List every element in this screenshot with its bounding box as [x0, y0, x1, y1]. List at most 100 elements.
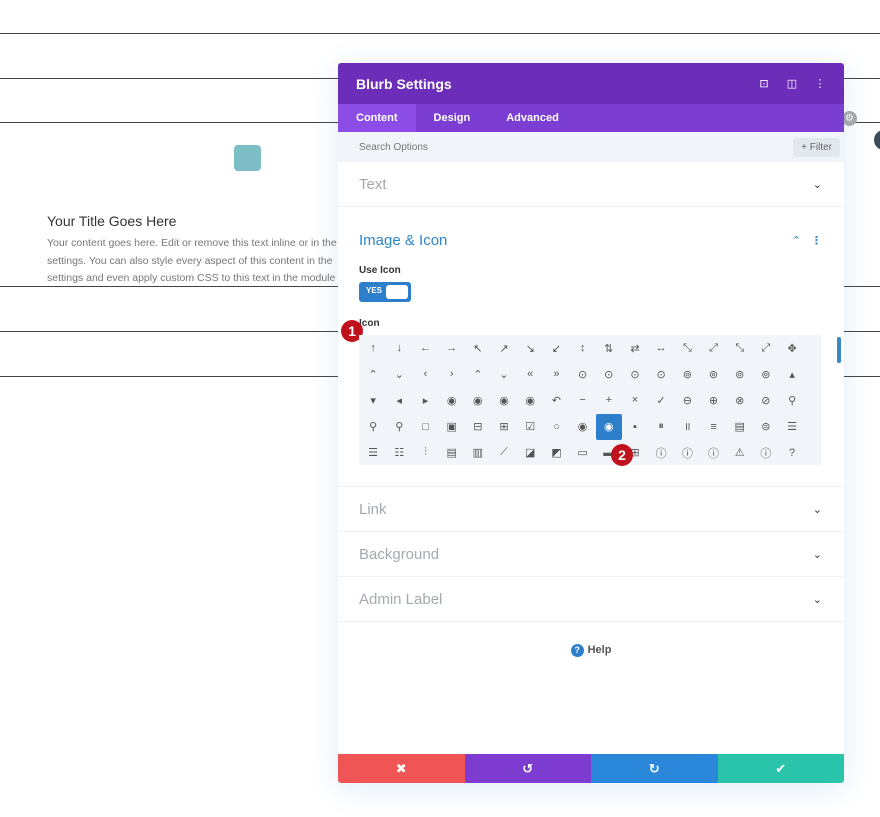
icon-option[interactable]: ⌄: [386, 361, 412, 387]
icon-option[interactable]: ⊟: [465, 414, 491, 440]
icon-option[interactable]: ✓: [648, 387, 674, 413]
icon-option[interactable]: ☑: [517, 414, 543, 440]
icon-option[interactable]: ⚲: [386, 414, 412, 440]
icon-option[interactable]: ◉: [465, 387, 491, 413]
icon-option[interactable]: ▸: [412, 387, 438, 413]
icon-option[interactable]: ☰: [779, 414, 805, 440]
icon-option[interactable]: ⟋: [491, 440, 517, 466]
blurb-title[interactable]: Your Title Goes Here: [47, 213, 176, 229]
help-link[interactable]: ? Help: [338, 622, 844, 657]
icon-option[interactable]: «: [517, 361, 543, 387]
section-text-toggle[interactable]: Text ⌄: [338, 162, 844, 206]
icon-option[interactable]: ↗: [491, 335, 517, 361]
cancel-button[interactable]: ✖: [338, 754, 465, 783]
icon-option[interactable]: ‹: [412, 361, 438, 387]
icon-option[interactable]: ↙: [543, 335, 569, 361]
icon-option[interactable]: ✥: [779, 335, 805, 361]
icon-option[interactable]: ?: [779, 440, 805, 466]
icon-option[interactable]: ⊙: [622, 361, 648, 387]
module-settings-icon[interactable]: ⚙: [842, 111, 857, 126]
icon-option[interactable]: ◉: [439, 387, 465, 413]
icon-option[interactable]: ⊙: [596, 361, 622, 387]
icon-option[interactable]: □: [412, 414, 438, 440]
icon-option[interactable]: ▤: [727, 414, 753, 440]
icon-option[interactable]: ◉: [517, 387, 543, 413]
icon-option[interactable]: ▾: [360, 387, 386, 413]
icon-option[interactable]: ⚲: [779, 387, 805, 413]
icon-option[interactable]: ›: [439, 361, 465, 387]
icon-option[interactable]: ⊚: [700, 361, 726, 387]
icon-option[interactable]: ⤡: [674, 335, 700, 361]
icon-option[interactable]: ◩: [543, 440, 569, 466]
icon-option[interactable]: ☷: [386, 440, 412, 466]
section-admin-label-toggle[interactable]: Admin Label ⌄: [338, 577, 844, 621]
filter-button[interactable]: + Filter: [793, 137, 840, 157]
icon-option[interactable]: ▪: [622, 414, 648, 440]
icon-option[interactable]: ⊚: [727, 361, 753, 387]
icon-option[interactable]: ⊖: [674, 387, 700, 413]
icon-grid-scrollbar[interactable]: [837, 337, 841, 363]
icon-option[interactable]: ↔: [648, 335, 674, 361]
icon-option[interactable]: ↶: [543, 387, 569, 413]
icon-option[interactable]: ▤: [439, 440, 465, 466]
icon-option[interactable]: ⊘: [753, 387, 779, 413]
icon-option[interactable]: ⇄: [622, 335, 648, 361]
icon-option[interactable]: ×: [622, 387, 648, 413]
save-button[interactable]: ✔: [717, 754, 844, 783]
icon-option[interactable]: ⓘ: [753, 440, 779, 466]
icon-option[interactable]: ▴: [779, 361, 805, 387]
icon-option-selected[interactable]: ◉: [595, 413, 622, 440]
icon-option[interactable]: ⓘ: [648, 440, 674, 466]
more-options-icon[interactable]: ⋮: [814, 77, 826, 90]
undo-button[interactable]: ↺: [464, 754, 591, 783]
icon-option[interactable]: ⊚: [674, 361, 700, 387]
icon-option[interactable]: ⤢: [753, 335, 779, 361]
redo-button[interactable]: ↻: [591, 754, 718, 783]
icon-option[interactable]: ↑: [360, 335, 386, 361]
icon-option[interactable]: ⌄: [491, 361, 517, 387]
icon-option[interactable]: ⚲: [360, 414, 386, 440]
icon-option[interactable]: ⤢: [700, 335, 726, 361]
icon-option[interactable]: ▣: [439, 414, 465, 440]
section-image-icon-toggle[interactable]: Image & Icon ⌃ ⋮: [338, 207, 844, 265]
icon-option[interactable]: ◪: [517, 440, 543, 466]
icon-option[interactable]: ⊙: [570, 361, 596, 387]
icon-option[interactable]: ⚠: [727, 440, 753, 466]
icon-option[interactable]: ⇅: [596, 335, 622, 361]
icon-option[interactable]: ⌃: [465, 361, 491, 387]
section-options-icon[interactable]: ⋮: [811, 234, 822, 247]
icon-option[interactable]: ⓘ: [674, 440, 700, 466]
icon-option[interactable]: ☰: [360, 440, 386, 466]
split-view-icon[interactable]: ◫: [786, 77, 798, 90]
icon-option[interactable]: −: [570, 387, 596, 413]
tab-content[interactable]: Content: [338, 104, 416, 132]
icon-option[interactable]: +: [596, 387, 622, 413]
section-background-toggle[interactable]: Background ⌄: [338, 532, 844, 576]
icon-option[interactable]: ⓘ: [700, 440, 726, 466]
icon-option[interactable]: ↓: [386, 335, 412, 361]
section-link-toggle[interactable]: Link ⌄: [338, 487, 844, 531]
search-options-input[interactable]: [359, 141, 794, 153]
icon-option[interactable]: ◉: [570, 414, 596, 440]
icon-option[interactable]: »: [543, 361, 569, 387]
icon-option[interactable]: ⊜: [753, 414, 779, 440]
icon-option[interactable]: ↘: [517, 335, 543, 361]
icon-option[interactable]: ↖: [465, 335, 491, 361]
blurb-body[interactable]: Your content goes here. Edit or remove t…: [47, 235, 347, 288]
icon-option[interactable]: ▥: [465, 440, 491, 466]
icon-option[interactable]: ◉: [491, 387, 517, 413]
tab-advanced[interactable]: Advanced: [488, 104, 577, 132]
icon-option[interactable]: ॥: [674, 414, 700, 440]
icon-option[interactable]: ⫶: [412, 440, 438, 466]
icon-option[interactable]: ⤡: [727, 335, 753, 361]
icon-option[interactable]: ⏸: [648, 414, 674, 440]
icon-option[interactable]: ⌃: [360, 361, 386, 387]
icon-option[interactable]: ⊕: [700, 387, 726, 413]
icon-option[interactable]: ◂: [386, 387, 412, 413]
row-handle-icon[interactable]: [874, 130, 880, 150]
icon-option[interactable]: ▭: [570, 440, 596, 466]
icon-option[interactable]: ←: [412, 335, 438, 361]
icon-option[interactable]: ⊞: [491, 414, 517, 440]
focus-icon[interactable]: ⊡: [758, 77, 770, 90]
icon-option[interactable]: ≡: [700, 414, 726, 440]
